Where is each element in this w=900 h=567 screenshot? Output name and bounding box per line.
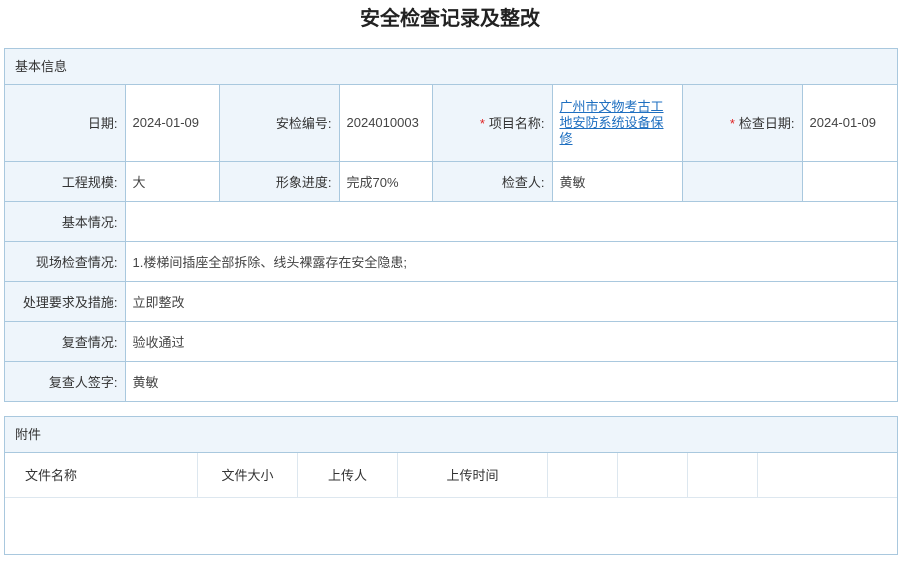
attachments-header: 附件 [5,417,897,453]
recheck-label: 复查情况: [5,320,126,362]
attachments-panel: 附件 文件名称 文件大小 上传人 上传时间 [4,416,898,555]
col-file-size: 文件大小 [198,453,298,497]
project-name-label: * 项目名称: [431,85,553,162]
project-scale-value: 大 [124,160,220,202]
recheck-signature-label: 复查人签字: [5,360,126,402]
date-label: 日期: [5,85,126,162]
basic-info-table: 日期: 2024-01-09 安检编号: 2024010003 * 项目名称: 广… [5,85,897,402]
basic-situation-value [124,200,897,242]
date-value: 2024-01-09 [124,85,220,162]
attachments-table-header: 文件名称 文件大小 上传人 上传时间 [5,453,897,498]
inspector-label: 检查人: [431,160,553,202]
info-row-6: 复查情况: 验收通过 [5,320,897,362]
info-row-3: 基本情况: [5,200,897,242]
project-name-link[interactable]: 广州市文物考古工地安防系统设备保修 [560,99,675,147]
col-empty-1 [548,453,618,497]
project-name-value: 广州市文物考古工地安防系统设备保修 [551,85,683,162]
basic-info-header: 基本信息 [5,49,897,85]
progress-value: 完成70% [338,160,433,202]
check-date-label-text: 检查日期: [738,116,795,132]
basic-situation-label: 基本情况: [5,200,126,242]
col-empty-4 [758,453,897,497]
check-date-value: 2024-01-09 [801,85,897,162]
info-row-2: 工程规模: 大 形象进度: 完成70% 检查人: 黄敏 [5,160,897,202]
check-date-label: * 检查日期: [681,85,803,162]
info-row-5: 处理要求及措施: 立即整改 [5,280,897,322]
inspection-code-value: 2024010003 [338,85,433,162]
project-scale-label: 工程规模: [5,160,126,202]
col-uploader: 上传人 [298,453,398,497]
col-empty-2 [618,453,688,497]
col-empty-3 [688,453,758,497]
empty-label-cell [681,160,803,202]
inspector-value: 黄敏 [551,160,683,202]
recheck-value: 验收通过 [124,320,897,362]
col-upload-time: 上传时间 [398,453,548,497]
page-title: 安全检查记录及整改 [360,6,540,30]
info-row-4: 现场检查情况: 1.楼梯间插座全部拆除、线头裸露存在安全隐患; [5,240,897,282]
info-row-7: 复查人签字: 黄敏 [5,360,897,402]
inspection-code-label: 安检编号: [218,85,340,162]
empty-value-cell [801,160,897,202]
basic-info-panel: 基本信息 日期: 2024-01-09 安检编号: 2024010003 * 项目… [4,48,898,402]
handling-measures-label: 处理要求及措施: [5,280,126,322]
site-check-label: 现场检查情况: [5,240,126,282]
project-name-label-text: 项目名称: [488,116,545,132]
required-mark: * [479,116,485,132]
site-check-value: 1.楼梯间插座全部拆除、线头裸露存在安全隐患; [124,240,897,282]
info-row-1: 日期: 2024-01-09 安检编号: 2024010003 * 项目名称: 广… [5,85,897,162]
recheck-signature-value: 黄敏 [124,360,897,402]
handling-measures-value: 立即整改 [124,280,897,322]
col-file-name: 文件名称 [5,453,198,497]
required-mark: * [729,116,735,132]
progress-label: 形象进度: [218,160,340,202]
